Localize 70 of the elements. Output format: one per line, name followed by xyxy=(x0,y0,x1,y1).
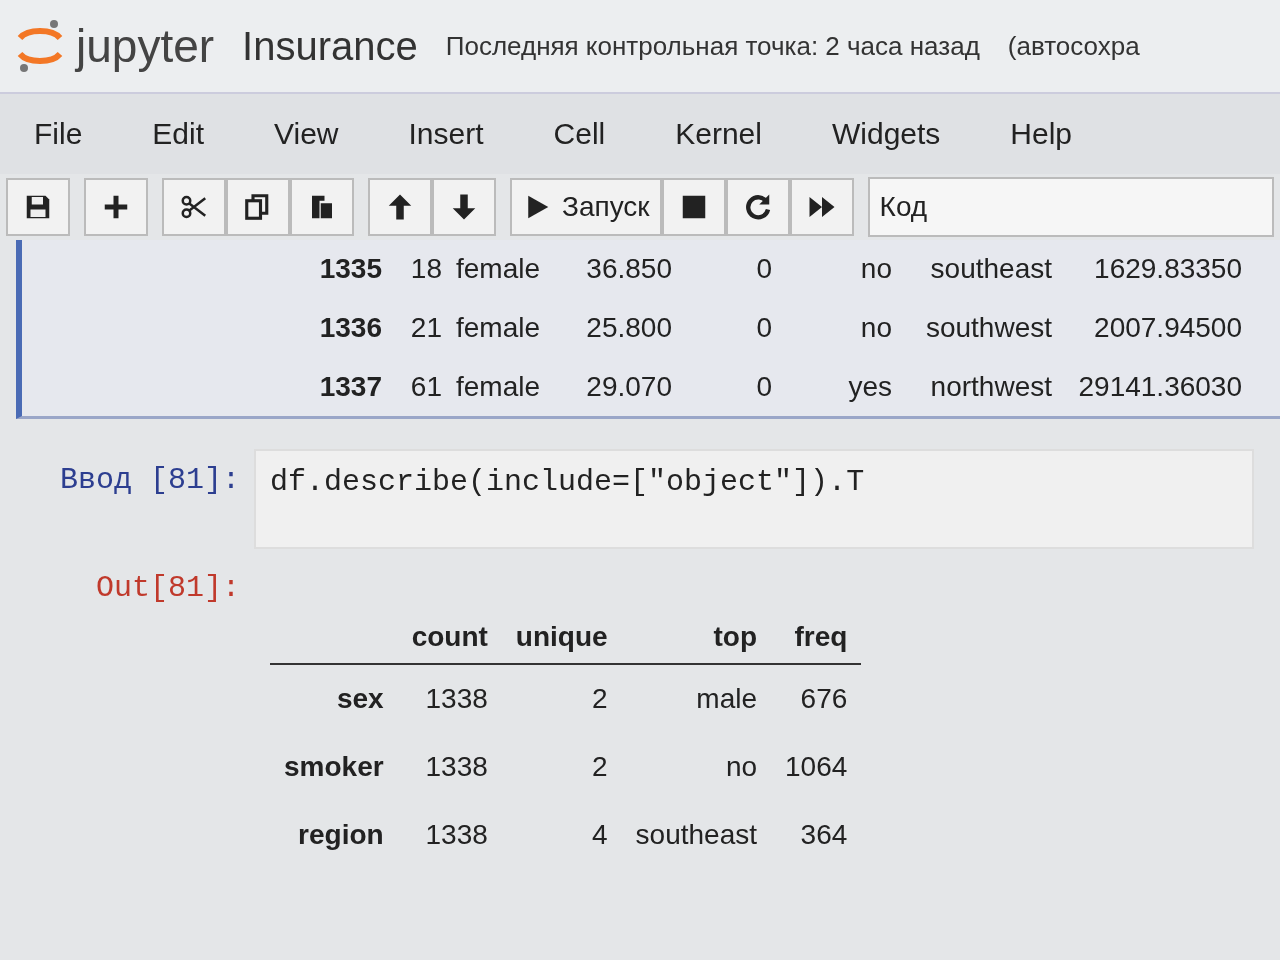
table-cell-text: female xyxy=(455,312,542,344)
table-cell-text: no xyxy=(859,253,892,286)
cell-type-select[interactable]: Код xyxy=(867,177,1274,237)
toolbar-button[interactable] xyxy=(290,178,354,236)
table-cell-text: 1338 xyxy=(424,750,489,784)
menu-item[interactable]: Cell xyxy=(553,117,606,151)
table-cell-text: 0 xyxy=(755,370,772,403)
table-cell-text: 25.800 xyxy=(585,312,672,344)
table-cell-text: 364 xyxy=(799,818,849,852)
table-cell-text: 1629.83350 xyxy=(1093,253,1242,286)
row-header: sex xyxy=(270,664,398,733)
menu-item[interactable]: Edit xyxy=(152,117,205,151)
toolbar-button[interactable] xyxy=(725,178,790,236)
table-cell-text: female xyxy=(455,370,542,403)
column-header: freq xyxy=(771,611,862,664)
table-cell-text: yes xyxy=(847,370,892,403)
table-cell: male xyxy=(621,664,772,733)
menu-item[interactable]: Kernel xyxy=(675,117,762,151)
table-cell-text: 29.070 xyxy=(585,370,672,403)
table-cell-text: 4 xyxy=(591,818,609,852)
table-cell-text: southwest xyxy=(924,312,1052,344)
table-cell-text: 0 xyxy=(755,253,772,286)
autosave-text: (автосохра xyxy=(1007,30,1140,62)
table-cell: 1338 xyxy=(397,664,502,733)
table-cell-text: southeast xyxy=(929,253,1052,286)
row-header: region xyxy=(297,818,385,852)
notebook-name[interactable]: Insurance xyxy=(242,23,418,69)
table-cell: 2 xyxy=(501,664,622,733)
column-header: top xyxy=(621,611,772,664)
toolbar-button[interactable] xyxy=(6,178,70,236)
toolbar-button[interactable] xyxy=(432,178,496,236)
menu-item[interactable]: Insert xyxy=(408,117,484,151)
menu-item[interactable]: Help xyxy=(1010,117,1073,151)
table-cell-text: southeast xyxy=(634,818,759,852)
table-cell-text: 1338 xyxy=(424,818,489,852)
table-cell-text: 1336 xyxy=(318,312,382,344)
table-cell-text: 61 xyxy=(409,370,442,403)
toolbar-button[interactable] xyxy=(84,178,148,236)
table-cell-text: 0 xyxy=(755,312,772,344)
table-cell-text: 18 xyxy=(409,253,442,286)
toolbar-button[interactable] xyxy=(661,178,726,236)
menu-item[interactable]: Widgets xyxy=(831,117,941,151)
menu-item[interactable]: View xyxy=(274,117,339,151)
checkpoint-text: Последняя контрольная точка: 2 часа назад xyxy=(445,30,980,62)
column-header: count xyxy=(397,611,502,664)
table-cell-text: no xyxy=(859,312,892,344)
toolbar-button[interactable] xyxy=(368,178,432,236)
toolbar-button[interactable] xyxy=(162,178,226,236)
run-button[interactable]: Запуск xyxy=(510,178,662,236)
table-cell-text: 2 xyxy=(591,750,609,784)
table-cell-text: 36.850 xyxy=(585,253,672,286)
table-cell-text: 1337 xyxy=(318,370,382,403)
menu-item[interactable]: File xyxy=(34,117,83,151)
toolbar-button[interactable] xyxy=(226,178,290,236)
table-cell-text: 29141.36030 xyxy=(1077,370,1242,403)
table-cell-text: female xyxy=(455,253,542,286)
logo-text: jupyter xyxy=(76,19,215,73)
toolbar-button[interactable] xyxy=(789,178,854,236)
table-cell-text: 1335 xyxy=(318,253,382,286)
input-prompt: Ввод [81]: xyxy=(60,462,241,497)
table-cell-text: 1064 xyxy=(784,750,849,784)
table-cell: 676 xyxy=(771,664,862,733)
table-cell-text: no xyxy=(724,750,759,784)
table-cell-text: northwest xyxy=(929,370,1052,403)
table-cell-text: 2007.94500 xyxy=(1093,312,1242,344)
code-input[interactable]: df.describe(include=["object"]).T xyxy=(254,449,1255,549)
row-header: smoker xyxy=(283,750,385,784)
output-prompt: Out[81]: xyxy=(96,570,241,605)
column-header: unique xyxy=(501,611,622,664)
table-cell-text: 21 xyxy=(409,312,442,344)
